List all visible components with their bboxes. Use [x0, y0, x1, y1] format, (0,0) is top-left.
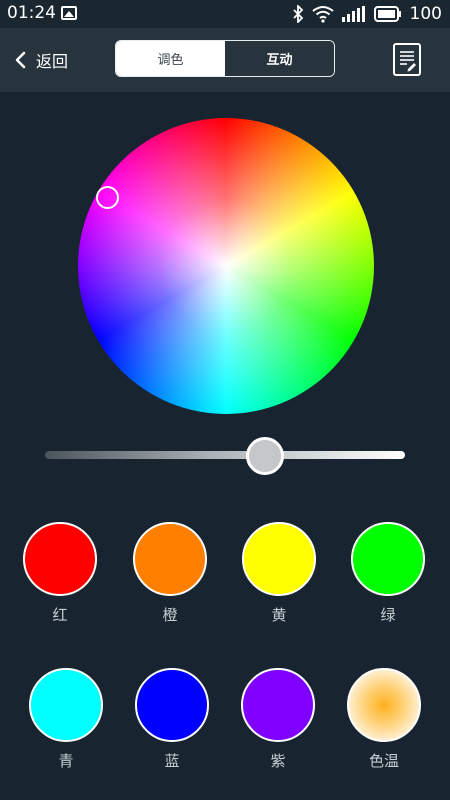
saturation-overlay [78, 118, 374, 414]
tab-color-mix[interactable]: 调色 [116, 41, 225, 76]
preset-yellow[interactable]: 黄 [242, 522, 316, 625]
swatch-circle [135, 668, 209, 742]
swatch-circle [29, 668, 103, 742]
slider-track [45, 451, 405, 459]
swatch-label: 紫 [270, 752, 286, 770]
swatch-circle [241, 668, 315, 742]
preset-color-temperature[interactable]: 色温 [347, 668, 421, 771]
preset-blue[interactable]: 蓝 [135, 668, 209, 771]
swatch-label: 红 [52, 606, 68, 624]
swatch-label: 青 [58, 752, 74, 770]
status-bar: 01:24 100 [0, 0, 450, 28]
tab-interact[interactable]: 互动 [225, 41, 334, 76]
swatch-label: 色温 [368, 752, 399, 770]
preset-green[interactable]: 绿 [351, 522, 425, 625]
battery-level: 100 [409, 4, 442, 24]
color-wheel[interactable] [78, 118, 374, 414]
preset-cyan[interactable]: 青 [29, 668, 103, 771]
swatch-label: 蓝 [164, 752, 180, 770]
status-indicators: 100 [292, 3, 442, 25]
mode-segmented-control: 调色 互动 [115, 40, 335, 77]
back-label: 返回 [36, 52, 69, 71]
color-picker-handle[interactable] [96, 186, 119, 209]
swatch-circle [351, 522, 425, 596]
top-nav-bar: 返回 调色 互动 [0, 28, 450, 92]
swatch-circle [242, 522, 316, 596]
swatch-circle [133, 522, 207, 596]
slider-thumb[interactable] [245, 437, 284, 475]
preset-purple[interactable]: 紫 [241, 668, 315, 771]
battery-icon [373, 6, 401, 22]
status-time: 01:24 [7, 3, 56, 23]
image-notification-icon [61, 6, 77, 20]
chevron-left-icon [15, 51, 26, 69]
back-button[interactable]: 返回 [14, 45, 68, 75]
wifi-icon [311, 6, 334, 23]
brightness-slider[interactable] [45, 437, 405, 475]
signal-icon [341, 6, 365, 22]
preset-red[interactable]: 红 [23, 522, 97, 625]
swatch-circle [347, 668, 421, 742]
swatch-label: 黄 [271, 606, 287, 624]
swatch-circle [23, 522, 97, 596]
bluetooth-icon [292, 5, 303, 23]
swatch-label: 橙 [162, 606, 178, 624]
swatch-label: 绿 [380, 606, 396, 624]
preset-orange[interactable]: 橙 [133, 522, 207, 625]
notes-edit-icon [400, 51, 416, 72]
notes-button[interactable] [393, 43, 421, 76]
